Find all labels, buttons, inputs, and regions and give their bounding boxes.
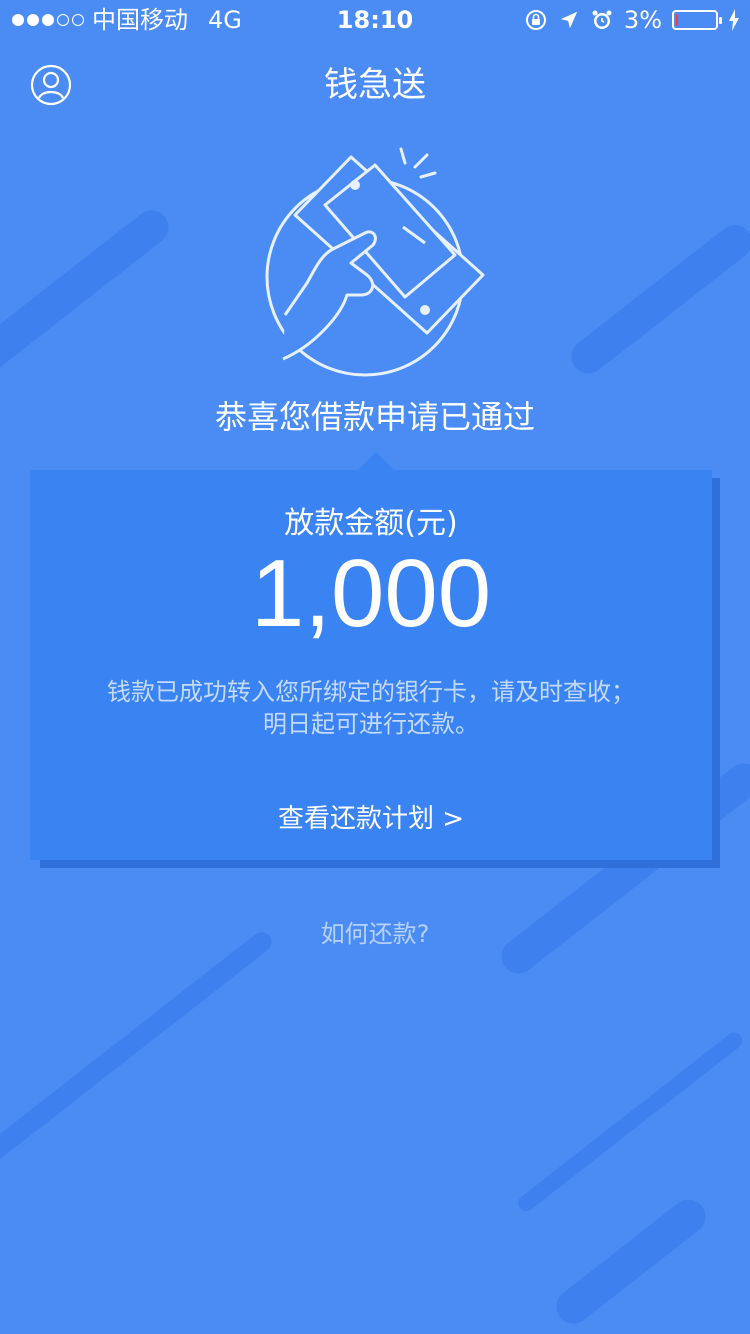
background-decoration — [564, 218, 750, 381]
loan-amount: 1,000 — [250, 540, 492, 647]
transfer-notice-line1: 钱款已成功转入您所绑定的银行卡，请及时查收； — [107, 678, 635, 706]
rotation-lock-icon — [525, 10, 546, 30]
location-arrow-icon — [560, 11, 578, 29]
alarm-clock-icon — [592, 10, 612, 29]
transfer-notice: 钱款已成功转入您所绑定的银行卡，请及时查收； 明日起可进行还款。 — [30, 676, 712, 740]
approval-headline: 恭喜您借款申请已通过 — [214, 398, 535, 436]
background-decoration — [549, 1192, 713, 1331]
charging-bolt-icon — [729, 9, 739, 31]
loan-amount-card: 放款金额(元) 1,000 钱款已成功转入您所绑定的银行卡，请及时查收； 明日起… — [30, 470, 712, 860]
battery-percent: 3% — [623, 6, 662, 34]
hand-holding-cash-icon — [265, 147, 485, 377]
status-bar: 中国移动 4G 18:10 3% — [0, 0, 750, 40]
background-decoration — [0, 203, 176, 391]
nav-bar: 钱急送 — [0, 50, 750, 120]
how-to-repay-link[interactable]: 如何还款? — [0, 914, 750, 949]
background-decoration — [0, 928, 276, 1178]
view-repayment-plan-link[interactable]: 查看还款计划 > — [30, 798, 712, 835]
transfer-notice-line2: 明日起可进行还款。 — [263, 710, 479, 738]
page-title: 钱急送 — [324, 65, 426, 105]
card-pointer — [358, 452, 394, 470]
battery-icon — [672, 10, 722, 30]
background-decoration — [515, 1029, 746, 1215]
